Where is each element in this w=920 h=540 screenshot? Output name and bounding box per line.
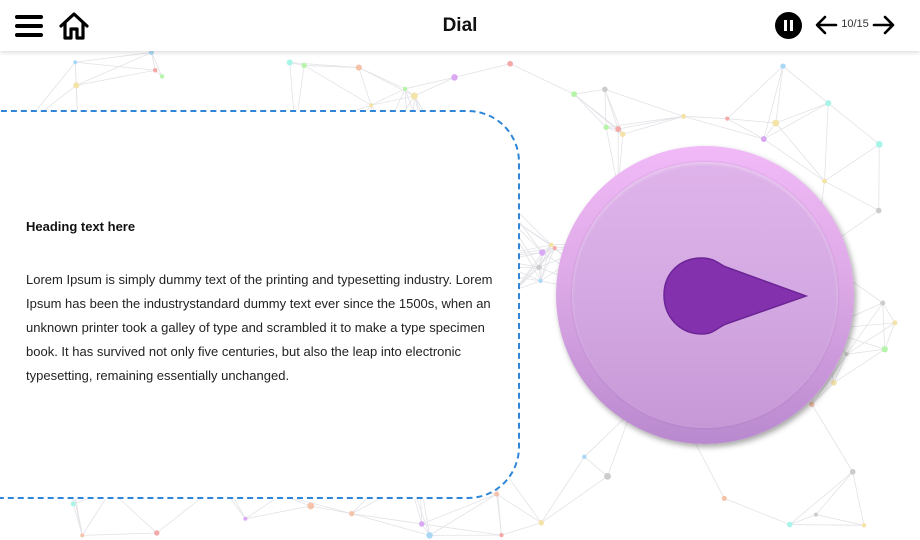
dial-pointer[interactable] <box>556 146 854 444</box>
content-heading: Heading text here <box>26 219 136 234</box>
dial[interactable] <box>556 146 854 444</box>
arrow-right-icon[interactable] <box>872 14 896 36</box>
home-icon[interactable] <box>58 10 90 42</box>
page-counter: 10/15 <box>841 18 869 30</box>
top-bar: Dial 10/15 <box>0 0 920 51</box>
arrow-left-icon[interactable] <box>814 14 838 36</box>
hamburger-menu-icon[interactable] <box>15 13 45 37</box>
pause-button[interactable] <box>775 12 802 39</box>
content-body: Lorem Ipsum is simply dummy text of the … <box>26 272 493 383</box>
